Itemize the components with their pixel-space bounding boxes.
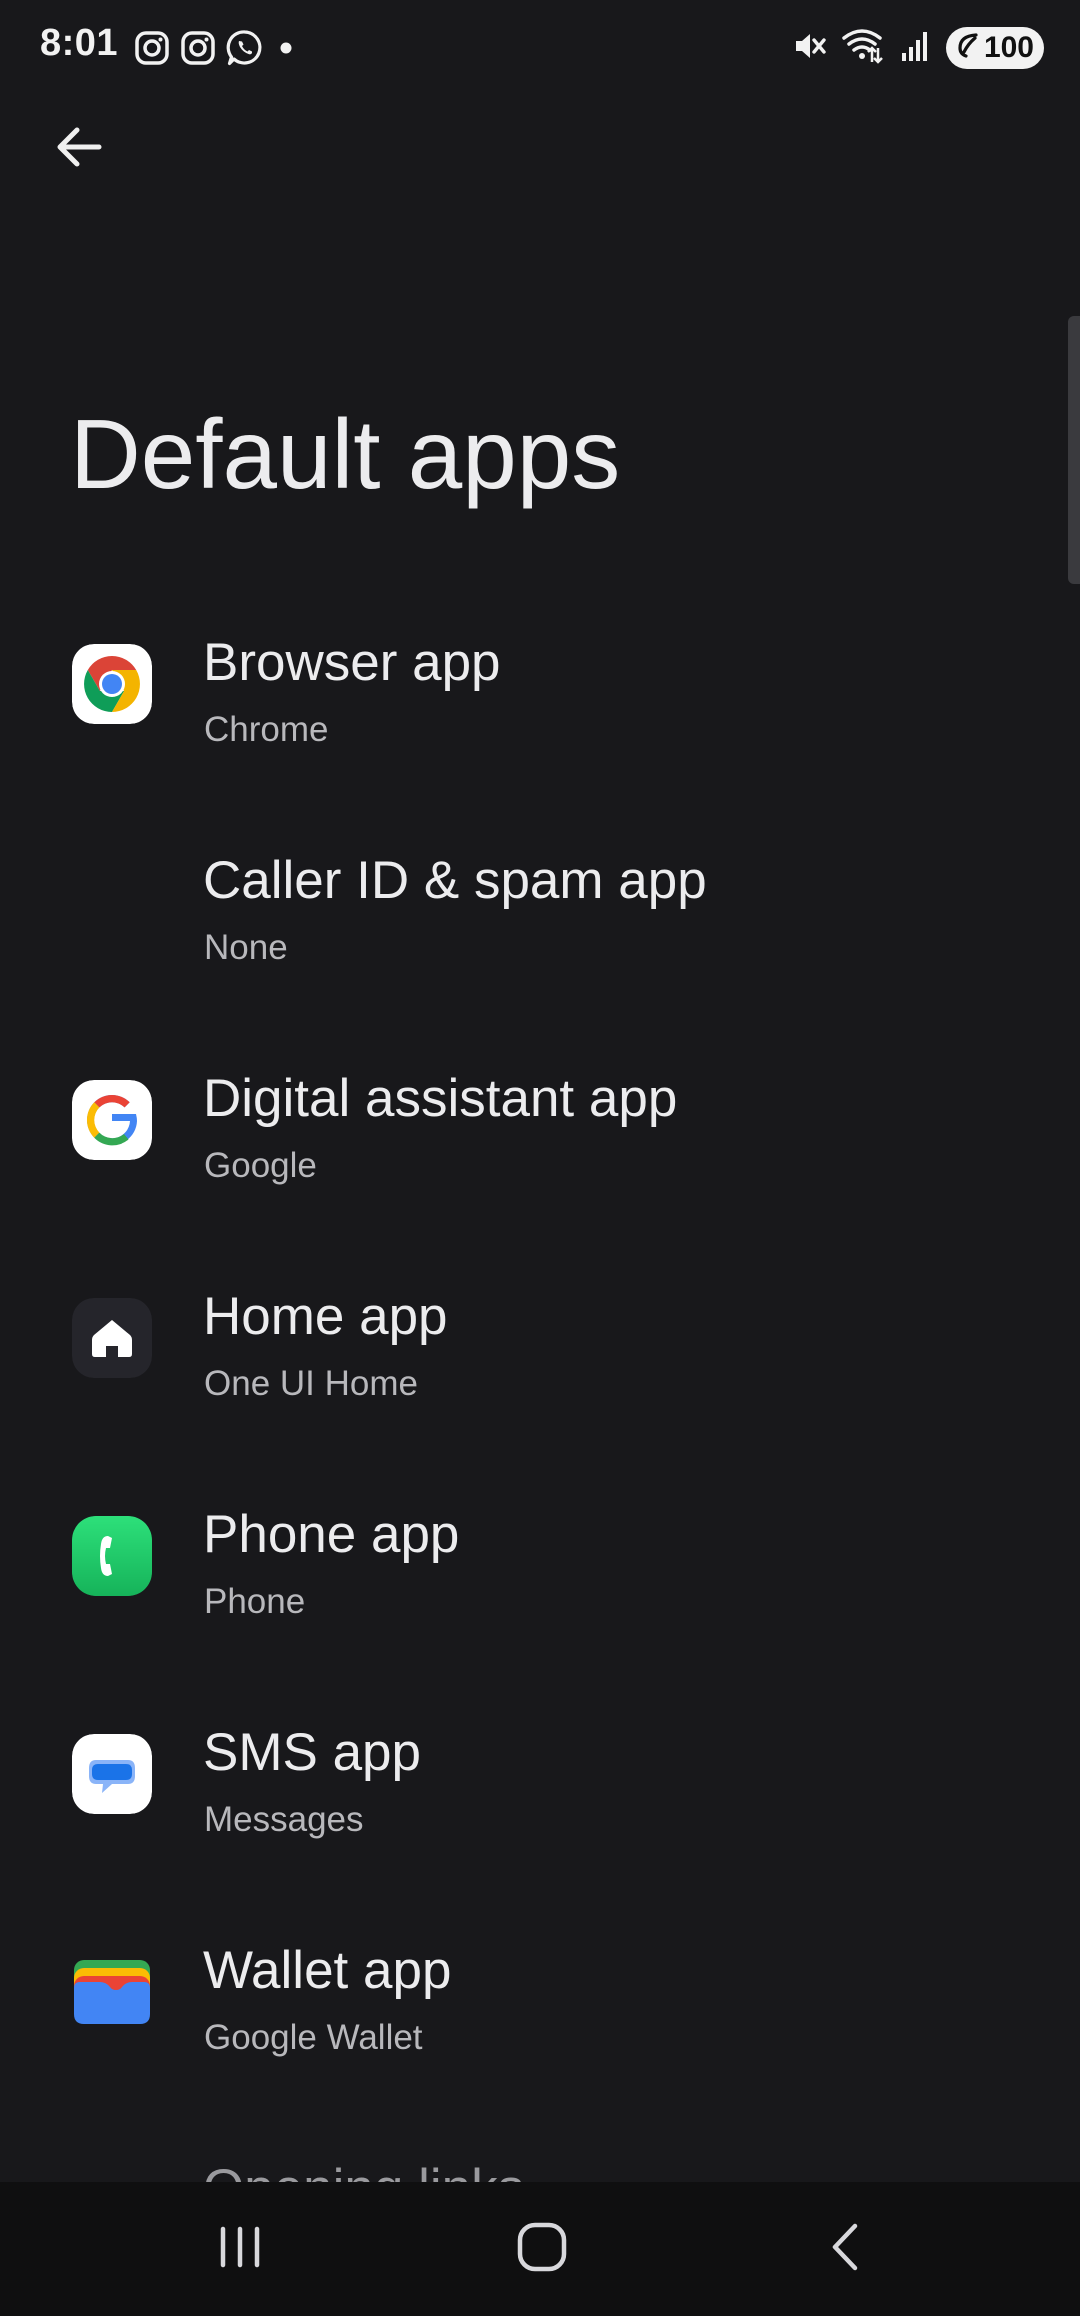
- battery-indicator: 100: [945, 27, 1044, 69]
- item-subtitle: None: [204, 928, 288, 967]
- instagram-icon: [180, 30, 216, 66]
- chrome-icon: [72, 644, 152, 724]
- notification-icons: [134, 28, 298, 68]
- google-icon: [72, 1080, 152, 1160]
- wallet-icon: [72, 1952, 152, 2032]
- list-item-wallet-app[interactable]: Wallet app Google Wallet: [0, 1920, 1080, 2138]
- back-nav-button[interactable]: [796, 2204, 896, 2294]
- item-title: Caller ID & spam app: [203, 851, 707, 910]
- whatsapp-icon: [226, 29, 264, 67]
- arrow-left-icon: [53, 121, 105, 178]
- navigation-bar: [0, 2182, 1080, 2316]
- item-title: SMS app: [203, 1723, 422, 1782]
- battery-level: 100: [983, 31, 1034, 64]
- dot-icon: [274, 36, 298, 60]
- item-title: Phone app: [203, 1505, 460, 1564]
- list-item-browser-app[interactable]: Browser app Chrome: [0, 612, 1080, 830]
- home-button[interactable]: [492, 2204, 592, 2294]
- item-subtitle: Phone: [204, 1582, 306, 1621]
- home-icon: [72, 1298, 152, 1378]
- messages-icon: [72, 1734, 152, 1814]
- page-title: Default apps: [70, 399, 621, 509]
- default-apps-list: Browser app Chrome Caller ID & spam app …: [0, 612, 1080, 2138]
- home-nav-icon: [515, 2220, 569, 2279]
- list-item-home-app[interactable]: Home app One UI Home: [0, 1266, 1080, 1484]
- item-title: Wallet app: [203, 1941, 452, 2000]
- item-subtitle: Messages: [204, 1800, 364, 1839]
- back-button[interactable]: [44, 114, 114, 184]
- instagram-icon: [134, 30, 170, 66]
- item-subtitle: Google Wallet: [204, 2018, 423, 2057]
- recents-button[interactable]: [190, 2204, 290, 2294]
- wifi-icon: [842, 26, 886, 71]
- mute-icon: [792, 28, 828, 69]
- back-nav-icon: [821, 2220, 871, 2279]
- phone-icon: [72, 1516, 152, 1596]
- status-bar: 8:01 100: [0, 0, 1080, 96]
- item-subtitle: One UI Home: [204, 1364, 418, 1403]
- battery-saver-icon: [956, 32, 980, 65]
- item-subtitle: Chrome: [204, 710, 329, 749]
- recents-icon: [215, 2222, 265, 2277]
- scrollbar[interactable]: [1068, 316, 1080, 584]
- screen: 8:01 100 Default apps Browser app Chrome…: [0, 0, 1080, 2316]
- item-title: Browser app: [203, 633, 501, 692]
- item-subtitle: Google: [204, 1146, 317, 1185]
- item-title: Home app: [203, 1287, 448, 1346]
- item-title: Digital assistant app: [203, 1069, 678, 1128]
- system-status-icons: 100: [792, 26, 1044, 70]
- list-item-digital-assistant-app[interactable]: Digital assistant app Google: [0, 1048, 1080, 1266]
- status-time: 8:01: [40, 22, 119, 64]
- list-item-phone-app[interactable]: Phone app Phone: [0, 1484, 1080, 1702]
- list-item-sms-app[interactable]: SMS app Messages: [0, 1702, 1080, 1920]
- signal-icon: [900, 29, 932, 68]
- list-item-caller-id-spam-app[interactable]: Caller ID & spam app None: [0, 830, 1080, 1048]
